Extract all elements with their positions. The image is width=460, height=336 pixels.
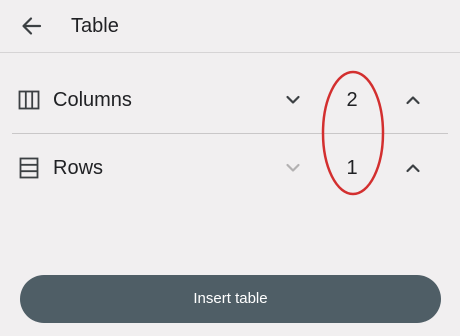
rows-row: Rows 1 (0, 140, 460, 196)
page-title: Table (71, 15, 119, 37)
back-button[interactable] (18, 12, 46, 40)
insert-table-button[interactable]: Insert table (20, 275, 441, 323)
top-app-bar: Table (0, 0, 460, 52)
view-column-icon (18, 89, 40, 111)
columns-label: Columns (53, 89, 132, 111)
arrow-back-icon (22, 17, 42, 35)
table-rows-icon (18, 157, 40, 179)
columns-increment-button[interactable] (399, 86, 427, 114)
chevron-up-icon (406, 164, 420, 173)
header-divider (0, 52, 460, 53)
annotation-circle (321, 70, 385, 196)
chevron-down-icon (286, 163, 300, 172)
rows-decrement-button[interactable] (279, 154, 307, 182)
columns-decrement-button[interactable] (279, 86, 307, 114)
rows-increment-button[interactable] (399, 154, 427, 182)
columns-row: Columns 2 (0, 72, 460, 128)
chevron-up-icon (406, 96, 420, 105)
rows-label: Rows (53, 157, 104, 179)
chevron-down-icon (286, 95, 300, 104)
